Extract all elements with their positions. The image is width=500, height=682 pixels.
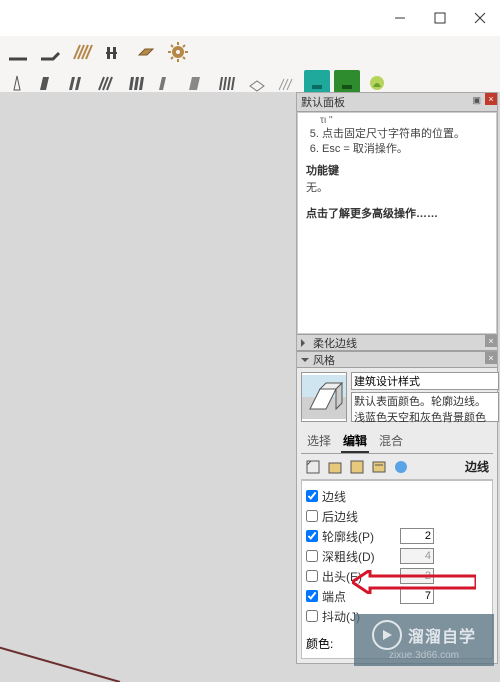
style-description[interactable]: 默认表面颜色。轮廓边线。 浅蓝色天空和灰色背景颜色 。 <box>351 392 499 422</box>
depth-cue-value-input <box>400 548 434 564</box>
watermark-overlay: 溜溜自学 zixue.3d66.com <box>354 614 494 666</box>
window-maximize-button[interactable] <box>420 0 460 36</box>
tool-1[interactable] <box>4 38 32 66</box>
function-keys-text: 无。 <box>306 179 492 195</box>
edges-checkbox[interactable] <box>306 490 318 502</box>
profiles-value-input[interactable] <box>400 528 434 544</box>
soften-section-label[interactable]: 柔化边线 <box>313 335 357 351</box>
soften-expand-icon[interactable] <box>301 339 309 347</box>
edge-panel-label: 边线 <box>465 458 489 475</box>
advanced-operations-link[interactable]: 点击了解更多高级操作…… <box>306 205 492 221</box>
instructor-step-6: Esc = 取消操作。 <box>322 140 492 156</box>
tool-5[interactable] <box>132 38 160 66</box>
background-settings-icon[interactable] <box>349 459 365 475</box>
endpoints-value-input[interactable] <box>400 588 434 604</box>
style-name-input[interactable] <box>351 372 499 390</box>
panel-pin-icon[interactable]: ▣ <box>472 95 481 106</box>
tab-edit[interactable]: 编辑 <box>341 430 369 453</box>
face-settings-icon[interactable] <box>327 459 343 475</box>
watermark-title: 溜溜自学 <box>408 623 476 647</box>
function-keys-header: 功能键 <box>306 162 492 178</box>
extension-checkbox[interactable] <box>306 570 318 582</box>
endpoints-label: 端点 <box>322 588 400 605</box>
back-edges-label: 后边线 <box>322 508 400 525</box>
extension-value-input <box>400 568 434 584</box>
tab-mix[interactable]: 混合 <box>377 430 405 453</box>
edge-settings-icon[interactable] <box>305 459 321 475</box>
style-thumbnail[interactable] <box>301 372 347 422</box>
back-edges-checkbox[interactable] <box>306 510 318 522</box>
instructor-content: τι " 点击固定尺寸字符串的位置。 Esc = 取消操作。 功能键 无。 点击… <box>297 112 497 334</box>
profiles-checkbox[interactable] <box>306 530 318 542</box>
style-close-button[interactable]: × <box>485 352 497 364</box>
jitter-checkbox[interactable] <box>306 610 318 622</box>
depth-cue-checkbox[interactable] <box>306 550 318 562</box>
soften-close-button[interactable]: × <box>485 335 497 347</box>
extension-label: 出头(E) <box>322 568 400 585</box>
instructor-step-5: 点击固定尺寸字符串的位置。 <box>322 125 492 141</box>
style-section-label[interactable]: 风格 <box>313 352 335 368</box>
tool-2[interactable] <box>36 38 64 66</box>
modeling-settings-icon[interactable] <box>393 459 409 475</box>
endpoints-checkbox[interactable] <box>306 590 318 602</box>
style-expand-icon[interactable] <box>301 358 309 362</box>
plugins-gear-icon[interactable] <box>164 38 192 66</box>
edges-label: 边线 <box>322 488 400 505</box>
panel-title-label: 默认面板 <box>301 94 345 110</box>
window-minimize-button[interactable] <box>380 0 420 36</box>
watermark-url: zixue.3d66.com <box>389 650 459 661</box>
panel-close-button[interactable]: × <box>485 93 497 105</box>
watermark-settings-icon[interactable] <box>371 459 387 475</box>
tool-3[interactable] <box>68 38 96 66</box>
tool-4[interactable] <box>100 38 128 66</box>
tab-select[interactable]: 选择 <box>305 430 333 453</box>
play-icon <box>372 620 402 650</box>
color-label: 颜色: <box>306 635 333 652</box>
window-close-button[interactable] <box>460 0 500 36</box>
profiles-label: 轮廓线(P) <box>322 528 400 545</box>
depth-cue-label: 深粗线(D) <box>322 548 400 565</box>
